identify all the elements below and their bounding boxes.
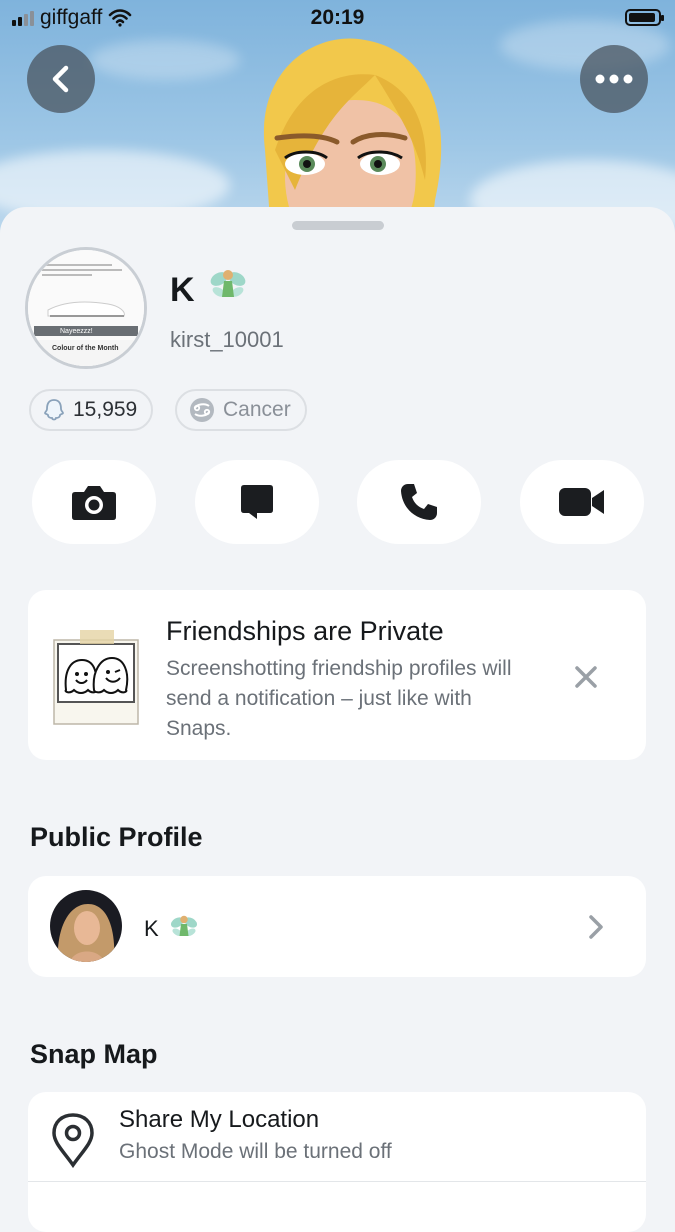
friendship-ghosts-illustration bbox=[53, 630, 139, 725]
friendship-card-body: Screenshotting friendship profiles will … bbox=[166, 657, 512, 740]
thumb-caption: Nayeezzz! bbox=[60, 328, 93, 335]
phone-icon bbox=[401, 484, 437, 520]
back-button[interactable] bbox=[27, 45, 95, 113]
username[interactable]: kirst_10001 bbox=[170, 327, 284, 353]
location-pin-icon bbox=[52, 1113, 94, 1168]
video-call-button[interactable] bbox=[520, 460, 644, 544]
public-profile-heading: Public Profile bbox=[30, 822, 203, 852]
camera-icon bbox=[72, 486, 116, 520]
fairy-emoji-icon bbox=[210, 270, 246, 297]
more-options-button[interactable] bbox=[580, 45, 648, 113]
avatar bbox=[50, 890, 122, 962]
profile-sheet: Nayeezzz! Colour of the Month K kirst_10… bbox=[0, 207, 675, 1232]
chat-icon bbox=[241, 485, 273, 519]
public-profile-row[interactable]: K bbox=[28, 876, 646, 977]
status-bar: giffgaff 20:19 bbox=[0, 0, 675, 38]
share-location-row[interactable]: Share My Location Ghost Mode will be tur… bbox=[28, 1092, 646, 1232]
battery-icon bbox=[625, 9, 664, 26]
zodiac-badge[interactable]: Cancer bbox=[175, 389, 307, 431]
camera-button[interactable] bbox=[32, 460, 156, 544]
cancer-zodiac-icon bbox=[190, 398, 214, 422]
thumb-caption-2: Colour of the Month bbox=[52, 345, 119, 352]
friendship-privacy-card: Friendships are Private Screenshotting f… bbox=[28, 590, 646, 760]
ghost-icon bbox=[44, 399, 64, 421]
public-profile-name: K bbox=[144, 912, 199, 942]
snap-score-badge[interactable]: 15,959 bbox=[29, 389, 154, 431]
profile-picture[interactable]: Nayeezzz! Colour of the Month bbox=[25, 247, 147, 369]
clock: 20:19 bbox=[310, 6, 365, 29]
friendship-card-title: Friendships are Private bbox=[166, 616, 444, 646]
chevron-right-icon bbox=[589, 915, 603, 939]
chevron-left-icon bbox=[52, 65, 69, 93]
drag-handle[interactable] bbox=[292, 221, 384, 230]
display-name-text: K bbox=[170, 271, 195, 309]
snap-map-heading: Snap Map bbox=[30, 1039, 158, 1069]
share-location-title: Share My Location bbox=[119, 1106, 320, 1133]
video-icon bbox=[559, 488, 604, 516]
snap-score-value: 15,959 bbox=[73, 398, 138, 421]
share-location-subtitle: Ghost Mode will be turned off bbox=[119, 1140, 392, 1163]
divider bbox=[28, 1181, 646, 1182]
more-icon bbox=[595, 74, 633, 84]
close-icon[interactable] bbox=[574, 665, 598, 689]
chat-button[interactable] bbox=[195, 460, 319, 544]
public-profile-name-text: K bbox=[144, 916, 159, 941]
zodiac-label: Cancer bbox=[223, 398, 291, 421]
fairy-emoji-icon bbox=[170, 915, 197, 936]
call-button[interactable] bbox=[357, 460, 481, 544]
display-name: K bbox=[170, 265, 248, 310]
